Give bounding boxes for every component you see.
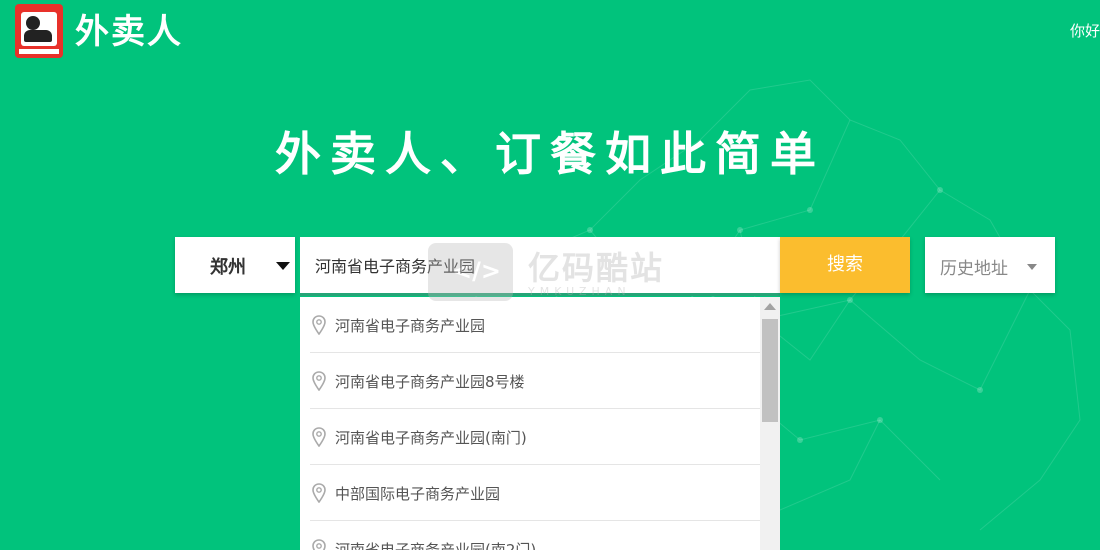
city-selector[interactable]: 郑州 bbox=[175, 237, 295, 293]
user-greeting[interactable]: 你好 bbox=[1070, 20, 1100, 41]
watermark-subtitle: YMKUZHAN bbox=[528, 285, 631, 298]
code-icon: </> bbox=[428, 243, 513, 301]
courier-logo-icon bbox=[21, 12, 57, 46]
logo-strip bbox=[19, 49, 59, 54]
suggestion-label: 河南省电子商务产业园(南2门) bbox=[335, 541, 537, 550]
watermark-glyph: </> bbox=[452, 257, 501, 285]
history-address-dropdown[interactable]: 历史地址 bbox=[925, 237, 1055, 293]
history-label: 历史地址 bbox=[940, 259, 1008, 279]
location-pin-icon bbox=[312, 539, 326, 550]
city-label: 郑州 bbox=[210, 257, 246, 278]
watermark-title: 亿码酷站 bbox=[528, 249, 665, 287]
location-pin-icon bbox=[312, 483, 326, 503]
suggestion-item[interactable]: 中部国际电子商务产业园 bbox=[310, 465, 760, 521]
scroll-up-arrow-icon[interactable] bbox=[764, 303, 776, 310]
address-suggestion-list: 河南省电子商务产业园河南省电子商务产业园8号楼 河南省电子商务产业园(南门) 中部国… bbox=[300, 297, 780, 550]
suggestion-item[interactable]: 河南省电子商务产业园(南2门) bbox=[310, 521, 760, 550]
caret-down-icon bbox=[1027, 264, 1037, 270]
scroll-thumb[interactable] bbox=[762, 319, 778, 422]
suggestion-item[interactable]: 河南省电子商务产业园(南门) bbox=[310, 409, 760, 465]
suggestion-item[interactable]: 河南省电子商务产业园8号楼 bbox=[310, 353, 760, 409]
location-pin-icon bbox=[312, 371, 326, 391]
location-pin-icon bbox=[312, 315, 326, 335]
suggestion-label: 中部国际电子商务产业园 bbox=[335, 485, 501, 503]
suggestion-label: 河南省电子商务产业园(南门) bbox=[335, 429, 527, 447]
suggestion-scrollbar[interactable] bbox=[760, 297, 780, 550]
caret-down-icon bbox=[276, 262, 290, 270]
brand-logo[interactable] bbox=[15, 4, 63, 58]
hero-slogan: 外卖人、订餐如此简单 bbox=[275, 127, 825, 181]
brand-name[interactable]: 外卖人 bbox=[75, 12, 183, 52]
watermark: </> 亿码酷站 YMKUZHAN bbox=[428, 243, 688, 303]
suggestion-label: 河南省电子商务产业园 bbox=[335, 317, 486, 335]
location-pin-icon bbox=[312, 427, 326, 447]
suggestion-item[interactable]: 河南省电子商务产业园 bbox=[310, 297, 760, 353]
suggestion-label: 河南省电子商务产业园8号楼 bbox=[335, 373, 525, 391]
search-button[interactable]: 搜索 bbox=[780, 237, 910, 293]
